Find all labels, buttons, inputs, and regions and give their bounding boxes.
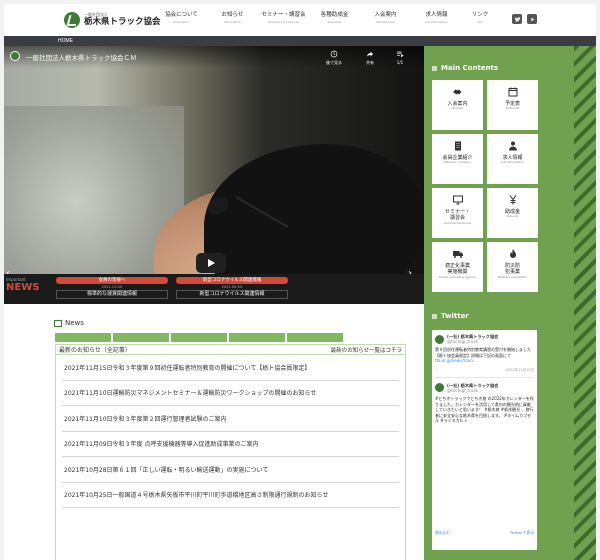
global-nav: 協会について Association お知らせ Information セミナー・講…	[156, 12, 498, 24]
watch-later-button[interactable]: 後で見る	[326, 50, 342, 66]
share-icon	[367, 51, 373, 57]
tile-proper-operation[interactable]: 適正化事業 実施機関 Proper operating agency	[432, 242, 483, 292]
youtube-icon[interactable]	[527, 14, 537, 24]
news-item[interactable]: 2021年11月09日令和３年度 点呼支援機器等導入促進助成事業のご案内	[62, 432, 399, 457]
main-contents-heading: Main Contents	[432, 64, 498, 72]
nav-item-jobs[interactable]: 求人情報 Job Information	[411, 12, 462, 24]
embed-link[interactable]: 埋め込む	[435, 530, 450, 536]
yen-icon	[509, 195, 516, 205]
tweet-author[interactable]: (一社) 栃木県トラック協会 @tochigi_truck	[435, 334, 534, 344]
news-tabs	[55, 333, 343, 342]
twitter-icon[interactable]	[512, 14, 522, 24]
news-tab[interactable]	[55, 333, 111, 342]
nav-item-about[interactable]: 協会について Association	[156, 12, 207, 24]
share-button[interactable]: 共有	[366, 50, 374, 66]
news-item[interactable]: 2021年11月10日令和３年度第２回運行管理者試験のご案内	[62, 406, 399, 432]
person-icon	[508, 141, 517, 151]
nav-item-news[interactable]: お知らせ Information	[207, 12, 258, 24]
truck-icon	[452, 251, 463, 258]
tile-subsidy[interactable]: 助成金 Subsidy	[487, 188, 538, 238]
tweet-date: 2021年11月15日	[505, 367, 534, 372]
site-header: 一般社団法人 栃木県トラック協会 協会について Association お知らせ I…	[4, 4, 596, 36]
important-notice-2[interactable]: 新型コロナウイルス関連情報 2021.XX.XX 新型コロナウイルス関連情報	[176, 277, 288, 299]
logo-title: 栃木県トラック協会	[84, 17, 161, 28]
fire-icon	[509, 249, 516, 258]
important-news-title: NEWS	[6, 282, 40, 293]
main-contents-grid: 入会案内 Member 予定表 Schedule 会員企業紹介 Member comp…	[432, 80, 538, 292]
building-icon	[454, 141, 461, 151]
news-item[interactable]: 2021年11月15日令和３年度第９回初任運転者特別教育の開催について【栃ト協会…	[62, 355, 399, 381]
news-tab[interactable]	[229, 333, 285, 342]
news-tab[interactable]	[171, 333, 227, 342]
watch-later-icon	[330, 50, 338, 58]
cm-video-player[interactable]: 一般社団法人栃木県トラック協会ＣＭ 後で見る 共有 1/1 ‹ ›	[4, 46, 424, 296]
monitor-icon	[452, 195, 463, 205]
important-news-bar: Important NEWS 会員の皆様へ 2021.11.XX 標準的な運賃関…	[4, 274, 424, 304]
news-list: 最新のお知らせ（全記事） 最新のお知らせ一覧はコチラ 2021年11月15日令和…	[55, 344, 406, 560]
site-logo[interactable]: 一般社団法人 栃木県トラック協会	[64, 12, 161, 28]
nav-item-seminars[interactable]: セミナー・講習会 Seminars & Lectures	[258, 12, 309, 24]
avatar	[435, 383, 444, 393]
news-tab[interactable]	[113, 333, 169, 342]
tile-seminars[interactable]: セミナー・ 講習会 Seminars/lectures	[432, 188, 483, 238]
calendar-icon	[508, 87, 517, 97]
nav-item-membership[interactable]: 入会案内 Membership	[360, 12, 411, 24]
tweet-author[interactable]: (一社) 栃木県トラック協会 @tochigi_truck	[435, 383, 534, 393]
news-item[interactable]: 2021年11月10日運輸防災マネジメントセミナー＆運輸防災ワークショップの開催…	[62, 381, 399, 406]
news-list-label: 最新のお知らせ（全記事）	[59, 347, 131, 354]
handshake-icon	[452, 89, 461, 95]
news-item[interactable]: 2021年10月25日一般国道４号栃木県矢板市平川町平川町歩道橋地区高さ制限通行…	[62, 483, 399, 508]
playlist-button[interactable]: 1/1	[396, 50, 404, 65]
page: 一般社団法人 栃木県トラック協会 協会について Association お知らせ I…	[0, 0, 600, 560]
tile-jobs[interactable]: 求人情報 Job information	[487, 134, 538, 184]
avatar	[435, 334, 444, 344]
tile-schedule[interactable]: 予定表 Schedule	[487, 80, 538, 130]
breadcrumb: HOME	[4, 36, 596, 46]
play-button[interactable]	[196, 253, 226, 273]
video-title[interactable]: 一般社団法人栃木県トラック協会ＣＭ	[26, 52, 137, 62]
tweet-text: 第９回初任運転者特別教育講習の受付を開始しました【栃ト協会員限定】詳細は下記の画…	[435, 347, 531, 364]
tweet-link[interactable]: tta.or.jp/news/train...	[435, 358, 477, 363]
nav-item-links[interactable]: リンク Link	[462, 12, 498, 24]
channel-logo-icon[interactable]	[10, 51, 20, 61]
view-on-twitter-link[interactable]: Twitterで表示	[510, 530, 534, 536]
news-icon	[54, 319, 62, 327]
important-notice-1[interactable]: 会員の皆様へ 2021.11.XX 標準的な運賃関連情報	[56, 277, 168, 299]
news-item[interactable]: 2021年10月28日第６１回「正しい運転・明るい輸送運動」の実施について	[62, 457, 399, 483]
tweet-text: #とちぎトラックでとちぎ旅 の2022年カレンダーを作りました。カレンダーを活用…	[435, 395, 534, 424]
news-more-link[interactable]: 最新のお知らせ一覧はコチラ	[331, 346, 402, 354]
playlist-icon	[397, 51, 404, 58]
sidebar: Main Contents 入会案内 Member 予定表 Schedule 会員企…	[424, 46, 574, 560]
chevron-decoration	[574, 46, 596, 560]
tile-member-companies[interactable]: 会員企業紹介 Member company	[432, 134, 483, 184]
heart-icon[interactable]: ♡	[435, 368, 438, 373]
twitter-heading: Twitter	[432, 312, 469, 320]
nav-item-subsidies[interactable]: 各種助成金 Subsidies	[309, 12, 360, 24]
logo-mark-icon	[64, 12, 80, 28]
twitter-timeline[interactable]: (一社) 栃木県トラック協会 @tochigi_truck 第９回初任運転者特別教…	[432, 330, 537, 550]
news-tab[interactable]	[287, 333, 343, 342]
news-heading: News	[54, 319, 84, 327]
breadcrumb-home[interactable]: HOME	[58, 38, 73, 44]
sns-links	[512, 14, 537, 24]
tile-membership[interactable]: 入会案内 Member	[432, 80, 483, 130]
news-section: News 最新のお知らせ（全記事） 最新のお知らせ一覧はコチラ 2021年11月…	[4, 304, 424, 560]
tile-disaster-prevention[interactable]: 防災防 犯事業 Disaster prevention	[487, 242, 538, 292]
